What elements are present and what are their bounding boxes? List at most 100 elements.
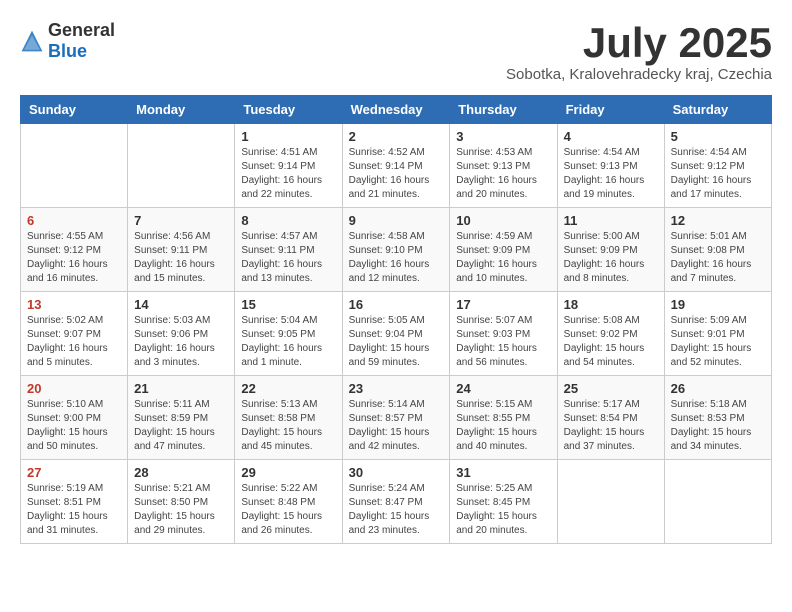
logo-blue: Blue: [48, 41, 87, 61]
day-info: Sunrise: 5:00 AM Sunset: 9:09 PM Dayligh…: [564, 230, 658, 286]
day-number: 15: [241, 297, 335, 312]
day-number: 27: [27, 465, 121, 480]
day-number: 3: [456, 129, 550, 144]
day-info: Sunrise: 5:25 AM Sunset: 8:45 PM Dayligh…: [456, 482, 550, 538]
logo: General Blue: [20, 20, 115, 62]
day-cell: 23Sunrise: 5:14 AM Sunset: 8:57 PM Dayli…: [342, 376, 450, 460]
day-cell: [21, 124, 128, 208]
day-cell: 29 Sunrise: 5:22 AM Sunset: 8:48 PM Dayli…: [235, 460, 342, 544]
day-cell: 6Sunrise: 4:55 AM Sunset: 9:12 PM Daylig…: [21, 208, 128, 292]
day-cell: [557, 460, 664, 544]
day-info: Sunrise: 4:54 AM Sunset: 9:13 PM Dayligh…: [564, 146, 658, 202]
day-number: 20: [27, 381, 121, 396]
day-number: 11: [564, 213, 658, 228]
day-cell: 12 Sunrise: 5:01 AM Sunset: 9:08 PM Dayli…: [664, 208, 771, 292]
day-number: 8: [241, 213, 335, 228]
day-cell: 20 Sunrise: 5:10 AM Sunset: 9:00 PM Dayli…: [21, 376, 128, 460]
day-cell: 5 Sunrise: 4:54 AM Sunset: 9:12 PM Daylig…: [664, 124, 771, 208]
day-cell: 14 Sunrise: 5:03 AM Sunset: 9:06 PM Dayli…: [128, 292, 235, 376]
day-cell: 24 Sunrise: 5:15 AM Sunset: 8:55 PM Dayli…: [450, 376, 557, 460]
day-cell: 31 Sunrise: 5:25 AM Sunset: 8:45 PM Dayli…: [450, 460, 557, 544]
day-cell: [128, 124, 235, 208]
day-info: Sunrise: 5:03 AM Sunset: 9:06 PM Dayligh…: [134, 314, 228, 370]
day-number: 10: [456, 213, 550, 228]
day-cell: 17 Sunrise: 5:07 AM Sunset: 9:03 PM Dayli…: [450, 292, 557, 376]
day-info: Sunrise: 4:54 AM Sunset: 9:12 PM Dayligh…: [671, 146, 765, 202]
title-section: July 2025 Sobotka, Kralovehradecky kraj,…: [506, 20, 772, 83]
day-number: 23: [349, 381, 444, 396]
week-row-2: 6Sunrise: 4:55 AM Sunset: 9:12 PM Daylig…: [21, 208, 772, 292]
day-info: Sunrise: 5:05 AM Sunset: 9:04 PM Dayligh…: [349, 314, 444, 370]
day-info: Sunrise: 5:02 AM Sunset: 9:07 PM Dayligh…: [27, 314, 121, 370]
week-row-5: 27 Sunrise: 5:19 AM Sunset: 8:51 PM Dayli…: [21, 460, 772, 544]
day-number: 24: [456, 381, 550, 396]
day-cell: 8 Sunrise: 4:57 AM Sunset: 9:11 PM Daylig…: [235, 208, 342, 292]
day-number: 17: [456, 297, 550, 312]
day-cell: 16 Sunrise: 5:05 AM Sunset: 9:04 PM Dayli…: [342, 292, 450, 376]
week-row-4: 20 Sunrise: 5:10 AM Sunset: 9:00 PM Dayli…: [21, 376, 772, 460]
day-info: Sunrise: 5:13 AM Sunset: 8:58 PM Dayligh…: [241, 398, 335, 454]
calendar: SundayMondayTuesdayWednesdayThursdayFrid…: [20, 95, 772, 544]
day-info: Sunrise: 5:15 AM Sunset: 8:55 PM Dayligh…: [456, 398, 550, 454]
day-info: Sunrise: 5:09 AM Sunset: 9:01 PM Dayligh…: [671, 314, 765, 370]
day-number: 16: [349, 297, 444, 312]
day-cell: 4 Sunrise: 4:54 AM Sunset: 9:13 PM Daylig…: [557, 124, 664, 208]
day-cell: 26Sunrise: 5:18 AM Sunset: 8:53 PM Dayli…: [664, 376, 771, 460]
day-number: 5: [671, 129, 765, 144]
col-header-saturday: Saturday: [664, 96, 771, 124]
logo-text: General Blue: [48, 20, 115, 62]
day-number: 31: [456, 465, 550, 480]
day-info: Sunrise: 4:57 AM Sunset: 9:11 PM Dayligh…: [241, 230, 335, 286]
col-header-friday: Friday: [557, 96, 664, 124]
day-cell: 22 Sunrise: 5:13 AM Sunset: 8:58 PM Dayli…: [235, 376, 342, 460]
day-number: 4: [564, 129, 658, 144]
day-info: Sunrise: 5:04 AM Sunset: 9:05 PM Dayligh…: [241, 314, 335, 370]
col-header-sunday: Sunday: [21, 96, 128, 124]
day-info: Sunrise: 4:51 AM Sunset: 9:14 PM Dayligh…: [241, 146, 335, 202]
day-number: 30: [349, 465, 444, 480]
location-subtitle: Sobotka, Kralovehradecky kraj, Czechia: [506, 66, 772, 83]
day-info: Sunrise: 4:55 AM Sunset: 9:12 PM Dayligh…: [27, 230, 121, 286]
day-cell: 2Sunrise: 4:52 AM Sunset: 9:14 PM Daylig…: [342, 124, 450, 208]
logo-icon: [20, 29, 44, 53]
day-number: 12: [671, 213, 765, 228]
day-info: Sunrise: 5:17 AM Sunset: 8:54 PM Dayligh…: [564, 398, 658, 454]
calendar-header-row: SundayMondayTuesdayWednesdayThursdayFrid…: [21, 96, 772, 124]
col-header-thursday: Thursday: [450, 96, 557, 124]
day-cell: 15 Sunrise: 5:04 AM Sunset: 9:05 PM Dayli…: [235, 292, 342, 376]
day-cell: 25 Sunrise: 5:17 AM Sunset: 8:54 PM Dayli…: [557, 376, 664, 460]
day-info: Sunrise: 5:19 AM Sunset: 8:51 PM Dayligh…: [27, 482, 121, 538]
day-number: 22: [241, 381, 335, 396]
day-number: 19: [671, 297, 765, 312]
day-info: Sunrise: 5:22 AM Sunset: 8:48 PM Dayligh…: [241, 482, 335, 538]
day-number: 29: [241, 465, 335, 480]
col-header-monday: Monday: [128, 96, 235, 124]
day-info: Sunrise: 4:56 AM Sunset: 9:11 PM Dayligh…: [134, 230, 228, 286]
day-cell: 19 Sunrise: 5:09 AM Sunset: 9:01 PM Dayli…: [664, 292, 771, 376]
day-info: Sunrise: 5:11 AM Sunset: 8:59 PM Dayligh…: [134, 398, 228, 454]
week-row-3: 13 Sunrise: 5:02 AM Sunset: 9:07 PM Dayli…: [21, 292, 772, 376]
logo-general: General: [48, 20, 115, 40]
day-cell: 3 Sunrise: 4:53 AM Sunset: 9:13 PM Daylig…: [450, 124, 557, 208]
day-info: Sunrise: 5:21 AM Sunset: 8:50 PM Dayligh…: [134, 482, 228, 538]
day-info: Sunrise: 5:10 AM Sunset: 9:00 PM Dayligh…: [27, 398, 121, 454]
day-cell: 27 Sunrise: 5:19 AM Sunset: 8:51 PM Dayli…: [21, 460, 128, 544]
day-info: Sunrise: 4:53 AM Sunset: 9:13 PM Dayligh…: [456, 146, 550, 202]
day-cell: 28Sunrise: 5:21 AM Sunset: 8:50 PM Dayli…: [128, 460, 235, 544]
day-number: 14: [134, 297, 228, 312]
header: General Blue July 2025 Sobotka, Kraloveh…: [20, 20, 772, 83]
day-number: 18: [564, 297, 658, 312]
day-number: 13: [27, 297, 121, 312]
day-number: 21: [134, 381, 228, 396]
day-info: Sunrise: 5:08 AM Sunset: 9:02 PM Dayligh…: [564, 314, 658, 370]
day-cell: 21 Sunrise: 5:11 AM Sunset: 8:59 PM Dayli…: [128, 376, 235, 460]
day-cell: 30Sunrise: 5:24 AM Sunset: 8:47 PM Dayli…: [342, 460, 450, 544]
day-number: 25: [564, 381, 658, 396]
col-header-tuesday: Tuesday: [235, 96, 342, 124]
day-info: Sunrise: 5:01 AM Sunset: 9:08 PM Dayligh…: [671, 230, 765, 286]
day-info: Sunrise: 4:58 AM Sunset: 9:10 PM Dayligh…: [349, 230, 444, 286]
day-cell: 13 Sunrise: 5:02 AM Sunset: 9:07 PM Dayli…: [21, 292, 128, 376]
col-header-wednesday: Wednesday: [342, 96, 450, 124]
day-cell: 7Sunrise: 4:56 AM Sunset: 9:11 PM Daylig…: [128, 208, 235, 292]
day-info: Sunrise: 5:07 AM Sunset: 9:03 PM Dayligh…: [456, 314, 550, 370]
